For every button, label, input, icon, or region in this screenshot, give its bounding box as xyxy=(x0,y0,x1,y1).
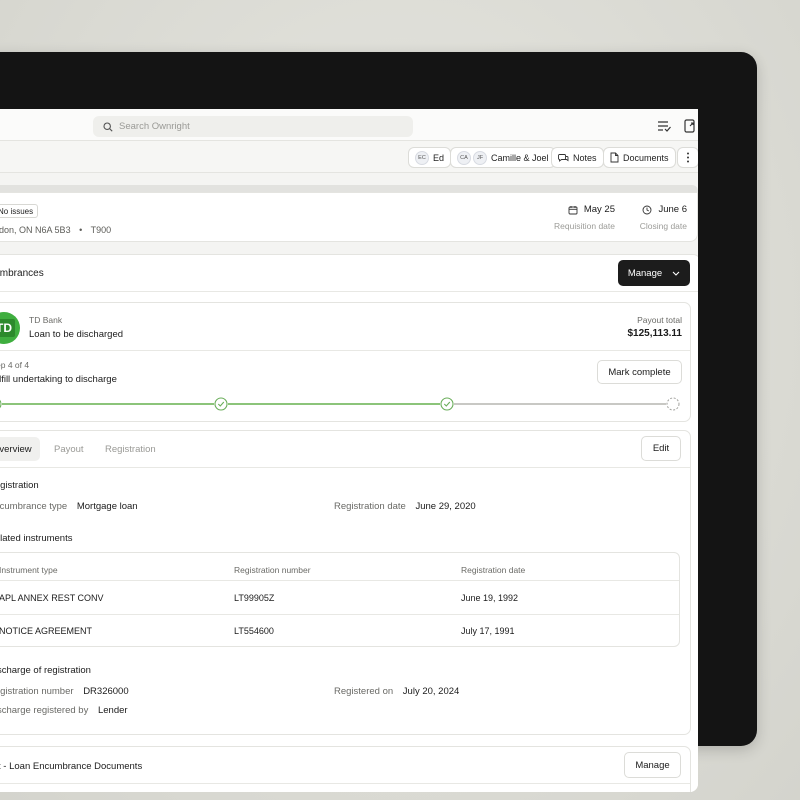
section-title: Encumbrances xyxy=(0,268,44,279)
closing-date-label: Closing date xyxy=(639,221,687,231)
divider xyxy=(0,350,690,351)
sub-bar: EC Ed CA JF Camille & Joel Notes Documen… xyxy=(0,141,698,173)
loan-documents-card: 1st - Loan Encumbrance Documents Manage xyxy=(0,746,691,792)
search-icon xyxy=(103,121,113,132)
step-progress xyxy=(0,397,680,411)
divider xyxy=(0,783,690,784)
chip-label: Ed xyxy=(433,152,445,163)
requisition-date: May 25 Requisition date xyxy=(554,204,615,231)
registration-date-field: Registration date June 29, 2020 xyxy=(334,501,476,512)
app-screen: Search Ownright EC Ed CA JF Camille & Jo… xyxy=(0,109,698,792)
more-options-button[interactable] xyxy=(677,147,698,168)
details-card: Overview Payout Registration Edit Regist… xyxy=(0,430,691,735)
property-address-line: treet, London, ON N6A 5B3 • T900 xyxy=(0,225,111,235)
avatar: JF xyxy=(473,150,487,165)
mobile-share-icon[interactable] xyxy=(682,118,697,133)
related-instruments-table: Instrument type Registration number Regi… xyxy=(0,552,680,647)
field-value: DR326000 xyxy=(83,686,129,697)
payout-total-value: $125,113.11 xyxy=(627,328,682,339)
table-cell: APL ANNEX REST CONV xyxy=(0,592,104,603)
tab-overview[interactable]: Overview xyxy=(0,437,40,461)
top-bar: Search Ownright xyxy=(0,109,698,141)
table-cell: LT99905Z xyxy=(234,592,275,603)
related-instruments-heading: Related instruments xyxy=(0,533,73,544)
notes-icon xyxy=(558,153,569,162)
closing-date: June 6 Closing date xyxy=(640,204,687,231)
issues-badge: No issues xyxy=(0,204,39,218)
list-check-icon[interactable] xyxy=(656,118,671,133)
table-cell: LT554600 xyxy=(234,625,274,636)
table-row[interactable]: APL ANNEX REST CONV LT99905Z June 19, 19… xyxy=(0,581,679,614)
registration-heading: Registration xyxy=(0,480,39,491)
encumbrances-card: Encumbrances Manage TD TD Bank Loan to b… xyxy=(0,254,698,792)
table-cell: June 19, 1992 xyxy=(461,592,519,603)
step-title: Fulfill undertaking to discharge xyxy=(0,374,117,385)
divider xyxy=(0,291,698,292)
manage-dropdown-button[interactable]: Manage xyxy=(618,260,690,286)
avatar: EC xyxy=(415,150,429,165)
table-cell: July 17, 1991 xyxy=(461,625,515,636)
discharge-registration-number-field: Registration number DR326000 xyxy=(0,686,129,697)
manage-label: Manage xyxy=(627,267,663,279)
field-label: Registration number xyxy=(0,686,74,697)
field-label: Encumbrance type xyxy=(0,501,68,512)
calendar-icon xyxy=(568,205,578,214)
file-number: T900 xyxy=(90,225,112,235)
discharge-registered-by-field: Discharge registered by Lender xyxy=(0,705,128,716)
chevron-down-icon xyxy=(672,271,680,276)
documents-button[interactable]: Documents xyxy=(603,147,676,168)
field-label: Registered on xyxy=(334,686,394,697)
tab-payout[interactable]: Payout xyxy=(46,437,92,461)
requisition-date-value: May 25 xyxy=(583,204,615,215)
field-label: Discharge registered by xyxy=(0,705,89,716)
closing-date-value: June 6 xyxy=(658,204,687,215)
field-value: Lender xyxy=(97,705,128,716)
more-vertical-icon xyxy=(687,152,689,163)
registered-on-field: Registered on July 20, 2024 xyxy=(334,686,459,697)
divider xyxy=(0,467,690,468)
field-label: Registration date xyxy=(334,501,406,512)
step-complete-icon xyxy=(440,397,454,411)
discharge-heading: Discharge of registration xyxy=(0,665,91,676)
mark-complete-button[interactable]: Mark complete xyxy=(597,360,682,384)
field-value: Mortgage loan xyxy=(76,501,138,512)
manage-documents-button[interactable]: Manage xyxy=(624,752,681,778)
step-complete-icon xyxy=(0,399,2,409)
search-placeholder: Search Ownright xyxy=(119,121,190,132)
notes-button[interactable]: Notes xyxy=(551,147,604,168)
table-row[interactable]: NOTICE AGREEMENT LT554600 July 17, 1991 xyxy=(0,614,679,647)
documents-title: 1st - Loan Encumbrance Documents xyxy=(0,761,143,772)
main-content: osing No issues treet, London, ON N6A 5B… xyxy=(0,173,698,792)
device-frame: Search Ownright EC Ed CA JF Camille & Jo… xyxy=(0,52,757,792)
avatar: CA xyxy=(457,150,471,165)
requisition-date-label: Requisition date xyxy=(554,221,615,231)
step-complete-icon xyxy=(214,397,228,411)
encumbrance-type-field: Encumbrance type Mortgage loan xyxy=(0,501,138,512)
clock-icon xyxy=(643,205,652,214)
loan-card: TD TD Bank Loan to be discharged Payout … xyxy=(0,302,691,422)
chip-label: Documents xyxy=(623,152,669,163)
field-value: June 29, 2020 xyxy=(415,501,476,512)
payout-total-label: Payout total xyxy=(637,315,682,325)
file-header-card: osing No issues treet, London, ON N6A 5B… xyxy=(0,192,698,242)
property-address: treet, London, ON N6A 5B3 xyxy=(0,225,71,235)
clients-chip[interactable]: CA JF Camille & Joel xyxy=(450,147,556,168)
separator: • xyxy=(79,225,83,235)
td-bank-logo: TD xyxy=(0,312,20,344)
assignee-chip-ed[interactable]: EC Ed xyxy=(408,147,452,168)
step-counter: Step 4 of 4 xyxy=(0,360,30,370)
step-pending-icon xyxy=(666,397,680,411)
chip-label: Notes xyxy=(573,152,597,163)
loan-label: Loan to be discharged xyxy=(29,329,124,340)
chip-label: Camille & Joel xyxy=(491,152,549,163)
search-input[interactable]: Search Ownright xyxy=(93,116,413,137)
edit-button[interactable]: Edit xyxy=(641,436,681,461)
bank-name: TD Bank xyxy=(29,315,63,325)
tab-registration[interactable]: Registration xyxy=(97,437,164,461)
field-value: July 20, 2024 xyxy=(402,686,460,697)
document-icon xyxy=(610,152,619,163)
table-cell: NOTICE AGREEMENT xyxy=(0,625,93,636)
logo-text: TD xyxy=(0,319,15,337)
